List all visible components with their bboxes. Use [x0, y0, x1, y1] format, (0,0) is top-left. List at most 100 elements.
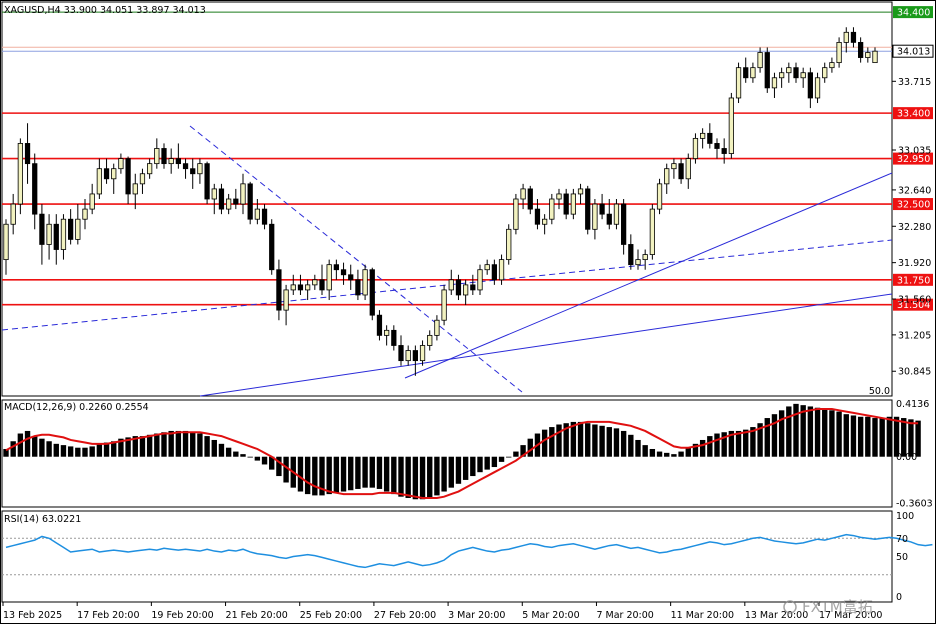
candle [233, 188, 239, 210]
candle-body [700, 132, 706, 139]
time-tick-label: 19 Feb 20:00 [151, 610, 213, 621]
macd-bar [67, 446, 74, 457]
candle [75, 204, 81, 245]
candle [261, 204, 268, 230]
macd-bar [434, 456, 440, 496]
candle-body [858, 42, 864, 58]
macd-bar [807, 406, 814, 457]
candle-body [477, 269, 483, 291]
candle [312, 274, 318, 290]
candle [211, 183, 217, 215]
macd-bar [886, 416, 893, 457]
macd-bar [771, 414, 778, 457]
candle-body [671, 163, 677, 170]
time-tick-label: 11 Mar 20:00 [671, 610, 734, 621]
candle-body [707, 132, 713, 144]
candle-body [577, 188, 584, 195]
macd-bar [427, 456, 433, 498]
macd-bar [743, 429, 749, 457]
candle [628, 234, 634, 270]
macd-bar [699, 439, 706, 457]
candle [743, 57, 749, 83]
candle [226, 193, 232, 215]
candle [843, 27, 849, 53]
candle [348, 264, 354, 290]
macd-bar [484, 456, 490, 470]
candle-body [807, 72, 813, 99]
macd-bar [89, 446, 95, 457]
macd-bar [577, 421, 584, 457]
candle [384, 325, 390, 346]
candle-body [829, 62, 835, 69]
price-axis: 34.40033.40032.95032.50031.75031.50434.0… [892, 6, 934, 603]
macd-bar [297, 456, 304, 492]
candle-body [96, 168, 102, 195]
macd-bar [778, 410, 785, 457]
macd-bar [549, 427, 555, 457]
macd-bar [793, 403, 799, 457]
macd-bar [197, 433, 203, 457]
macd-bar [211, 439, 217, 457]
candle-body [764, 52, 770, 89]
candle [814, 72, 821, 104]
price-tick-label: 32.280 [898, 222, 931, 233]
candle-body [46, 223, 52, 245]
price-tick-label: 33.035 [898, 146, 931, 157]
candle [297, 274, 304, 295]
candle-body [218, 188, 225, 210]
candle-body [247, 183, 253, 220]
macd-bar [664, 452, 670, 457]
level-tag-text: 31.750 [897, 275, 930, 286]
candle [305, 279, 311, 301]
candle [276, 259, 282, 321]
candle [585, 185, 591, 235]
trendlines[interactable] [1, 125, 893, 397]
candle [24, 123, 31, 184]
candle-body [369, 269, 375, 316]
macd-tick-label: 0.4136 [896, 399, 929, 410]
candle [46, 214, 52, 260]
macd-bar [462, 456, 469, 480]
candle-body [283, 289, 289, 311]
candle-body [125, 158, 131, 195]
candle [671, 158, 677, 179]
candle [340, 262, 347, 285]
candle [491, 259, 497, 285]
candle [714, 138, 720, 159]
candle-body [836, 42, 842, 64]
macd-bar [829, 410, 835, 457]
macd-bar [240, 454, 246, 457]
candle-body [24, 143, 31, 165]
macd-bar [190, 432, 196, 457]
candle-body [520, 188, 526, 200]
macd-bar [649, 448, 656, 457]
candle [355, 269, 361, 301]
rsi-tick-label: 0 [896, 592, 902, 603]
window-border [0, 0, 936, 624]
candle-body [89, 193, 95, 210]
macd-bar [642, 445, 648, 457]
time-tick-label: 17 Feb 20:00 [77, 610, 139, 621]
macd-tick-label: 0.00 [896, 452, 917, 463]
macd-bar [247, 456, 253, 458]
candle-body [621, 203, 627, 245]
rsi-line [5, 533, 933, 569]
candle [175, 143, 181, 169]
candle [592, 199, 598, 240]
macd-bar [376, 456, 383, 489]
macd-bar [261, 456, 268, 465]
candle-body [793, 67, 799, 79]
candle-body [850, 31, 857, 43]
candle [32, 153, 38, 230]
candle-body [757, 52, 763, 69]
candle [771, 72, 778, 98]
candle-body [664, 168, 670, 185]
macd-bar [714, 433, 720, 457]
macd-bar [82, 447, 88, 457]
candle [247, 181, 253, 225]
macd-bar [254, 456, 261, 461]
time-tick-label: 5 Mar 20:00 [522, 610, 579, 621]
candle-body [305, 284, 311, 291]
chart-canvas[interactable]: 34.40033.40032.95032.50031.75031.50434.0… [0, 0, 936, 624]
macd-bar [17, 433, 24, 457]
